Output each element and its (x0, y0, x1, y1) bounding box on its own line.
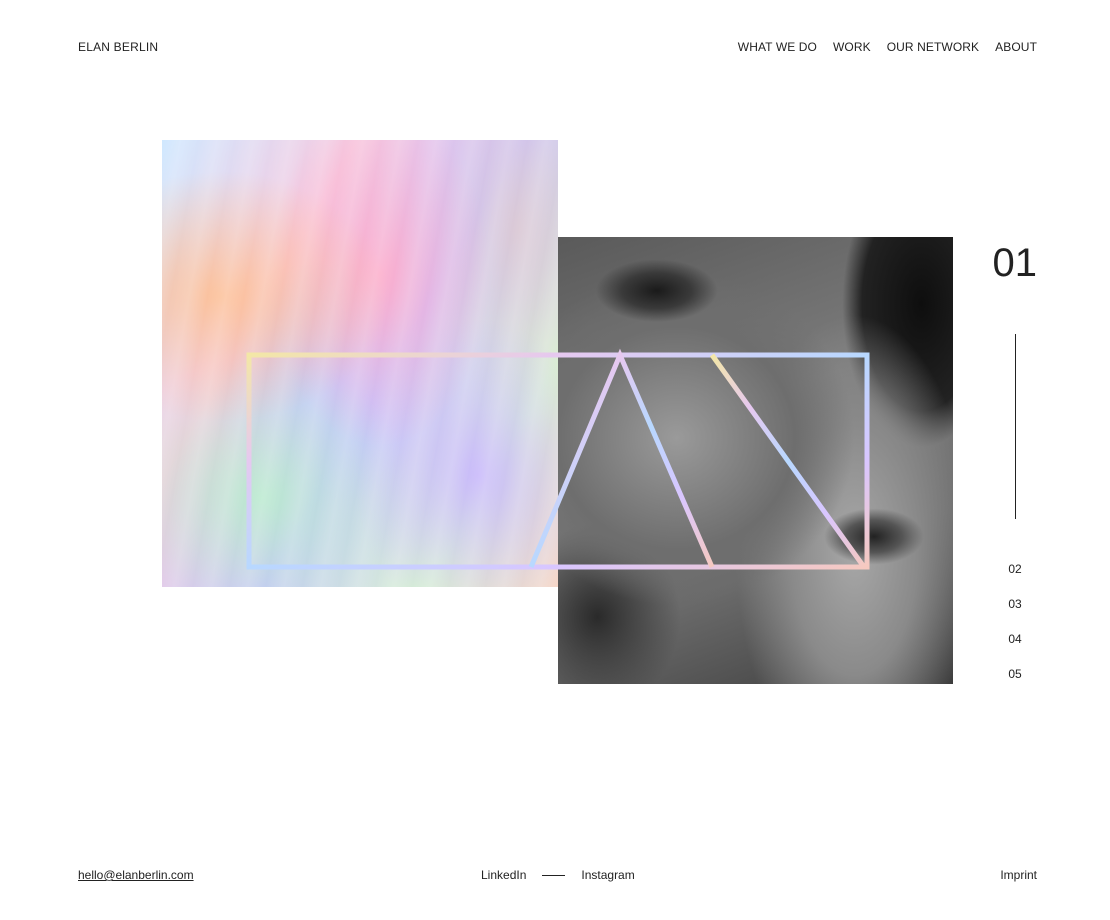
social-divider (542, 874, 566, 876)
slide-link-03[interactable]: 03 (1008, 597, 1021, 612)
email-link[interactable]: hello@elanberlin.com (78, 868, 194, 882)
main-nav: WHAT WE DO WORK OUR NETWORK ABOUT (738, 40, 1037, 54)
linkedin-link[interactable]: LinkedIn (481, 868, 526, 882)
nav-item-about[interactable]: ABOUT (995, 40, 1037, 54)
slide-list: 02 03 04 05 (1000, 562, 1030, 682)
instagram-link[interactable]: Instagram (581, 868, 634, 882)
imprint-link[interactable]: Imprint (1000, 868, 1037, 882)
nav-item-our-network[interactable]: OUR NETWORK (887, 40, 979, 54)
elan-logo-mark (246, 348, 870, 570)
page: ELAN BERLIN WHAT WE DO WORK OUR NETWORK … (0, 0, 1110, 920)
social-links: LinkedIn Instagram (481, 868, 635, 882)
slide-link-02[interactable]: 02 (1008, 562, 1021, 577)
nav-item-what-we-do[interactable]: WHAT WE DO (738, 40, 817, 54)
brand-logo-link[interactable]: ELAN BERLIN (78, 40, 158, 54)
nav-item-work[interactable]: WORK (833, 40, 871, 54)
slide-link-05[interactable]: 05 (1008, 667, 1021, 682)
current-slide-number: 01 (992, 241, 1038, 285)
slide-progress-line (1015, 334, 1016, 519)
slide-link-04[interactable]: 04 (1008, 632, 1021, 647)
